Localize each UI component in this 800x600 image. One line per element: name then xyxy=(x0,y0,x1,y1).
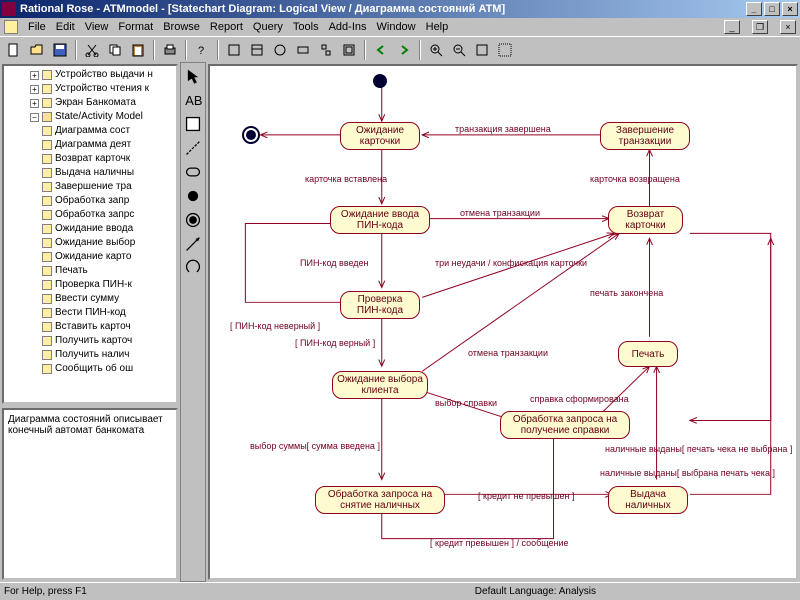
label-pin-entered: ПИН-код введен xyxy=(300,258,369,268)
minimize-button[interactable]: _ xyxy=(746,2,762,16)
label-card-returned: карточка возвращена xyxy=(590,174,680,184)
zoom-fit-button[interactable] xyxy=(472,40,492,60)
copy-button[interactable] xyxy=(105,40,125,60)
diagram-canvas[interactable]: Ожидание карточки Завершение транзакции … xyxy=(208,64,798,580)
anchor-tool-icon[interactable] xyxy=(184,139,202,157)
menu-window[interactable]: Window xyxy=(377,21,416,33)
menu-format[interactable]: Format xyxy=(118,21,153,33)
pointer-tool-icon[interactable] xyxy=(184,67,202,85)
close-button[interactable]: × xyxy=(782,2,798,16)
label-choose-sum: выбор суммы[ сумма введена ] xyxy=(250,441,380,451)
diagram-button-3[interactable] xyxy=(270,40,290,60)
mdi-minimize-button[interactable]: _ xyxy=(724,20,740,34)
label-choose-inquiry: выбор справки xyxy=(435,398,497,408)
note-tool-icon[interactable] xyxy=(184,115,202,133)
svg-text:?: ? xyxy=(198,45,204,57)
text-tool-icon[interactable]: ABC xyxy=(184,91,202,109)
label-cash-no-print: наличные выданы[ печать чека не выбрана … xyxy=(605,444,792,454)
transition-tool-icon[interactable] xyxy=(184,235,202,253)
diagram-button-6[interactable] xyxy=(339,40,359,60)
label-cash-print: наличные выданы[ выбрана печать чека ] xyxy=(600,468,775,478)
diagram-button-5[interactable] xyxy=(316,40,336,60)
description-text: Диаграмма состояний описывает конечный а… xyxy=(8,414,163,436)
svg-text:ABC: ABC xyxy=(185,93,202,108)
label-cancel-2: отмена транзакции xyxy=(468,348,548,358)
state-wait-pin[interactable]: Ожидание ввода ПИН-кода xyxy=(330,206,430,234)
label-pin-wrong: [ ПИН-код неверный ] xyxy=(230,321,320,331)
menu-query[interactable]: Query xyxy=(253,21,283,33)
state-process-inquiry[interactable]: Обработка запроса на получение справки xyxy=(500,411,630,439)
workspace: +Устройство выдачи н +Устройство чтения … xyxy=(0,62,800,582)
status-help: For Help, press F1 xyxy=(4,586,87,597)
menu-help[interactable]: Help xyxy=(426,21,449,33)
diagram-toolbox: ABC xyxy=(180,62,206,582)
mdi-icon xyxy=(4,20,18,34)
paste-button[interactable] xyxy=(128,40,148,60)
description-panel[interactable]: Диаграмма состояний описывает конечный а… xyxy=(2,408,178,580)
status-language: Default Language: Analysis xyxy=(475,586,596,597)
app-icon xyxy=(2,2,16,16)
mdi-close-button[interactable]: × xyxy=(780,20,796,34)
label-credit-exceeded: [ кредит превышен ] / сообщение xyxy=(430,538,569,548)
zoom-out-button[interactable] xyxy=(449,40,469,60)
start-tool-icon[interactable] xyxy=(184,187,202,205)
self-transition-tool-icon[interactable] xyxy=(184,259,202,277)
label-cancel-1: отмена транзакции xyxy=(460,208,540,218)
state-print[interactable]: Печать xyxy=(618,341,678,367)
nav-fwd-button[interactable] xyxy=(394,40,414,60)
label-card-inserted: карточка вставлена xyxy=(305,174,387,184)
label-credit-ok: [ кредит не превышен ] xyxy=(478,491,574,501)
status-bar: For Help, press F1 Default Language: Ana… xyxy=(0,582,800,600)
save-button[interactable] xyxy=(50,40,70,60)
model-browser-tree[interactable]: +Устройство выдачи н +Устройство чтения … xyxy=(2,64,178,404)
menu-bar: File Edit View Format Browse Report Quer… xyxy=(0,18,800,36)
diagram-button-2[interactable] xyxy=(247,40,267,60)
window-title: Rational Rose - ATMmodel - [Statechart D… xyxy=(20,3,505,15)
state-wait-card[interactable]: Ожидание карточки xyxy=(340,122,420,150)
open-button[interactable] xyxy=(27,40,47,60)
new-button[interactable] xyxy=(4,40,24,60)
menu-view[interactable]: View xyxy=(85,21,109,33)
menu-report[interactable]: Report xyxy=(210,21,243,33)
diagram-button-1[interactable] xyxy=(224,40,244,60)
label-print-done: печать закончена xyxy=(590,288,663,298)
state-tool-icon[interactable] xyxy=(184,163,202,181)
diagram-button-4[interactable] xyxy=(293,40,313,60)
menu-browse[interactable]: Browse xyxy=(163,21,200,33)
maximize-button[interactable]: □ xyxy=(764,2,780,16)
menu-file[interactable]: File xyxy=(28,21,46,33)
title-bar: Rational Rose - ATMmodel - [Statechart D… xyxy=(0,0,800,18)
final-state[interactable] xyxy=(242,126,260,144)
state-wait-choice[interactable]: Ожидание выбора клиента xyxy=(332,371,428,399)
print-button[interactable] xyxy=(160,40,180,60)
state-return-card[interactable]: Возврат карточки xyxy=(608,206,683,234)
label-three-fails: три неудачи / конфискация карточки xyxy=(435,258,587,268)
toolbar: ? xyxy=(0,36,800,62)
zoom-in-button[interactable] xyxy=(426,40,446,60)
state-process-withdraw[interactable]: Обработка запроса на снятие наличных xyxy=(315,486,445,514)
initial-state[interactable] xyxy=(373,74,387,88)
menu-addins[interactable]: Add-Ins xyxy=(329,21,367,33)
menu-tools[interactable]: Tools xyxy=(293,21,319,33)
left-panel: +Устройство выдачи н +Устройство чтения … xyxy=(0,62,180,582)
state-dispense-cash[interactable]: Выдача наличных xyxy=(608,486,688,514)
label-pin-ok: [ ПИН-код верный ] xyxy=(295,338,375,348)
label-transaction-done: транзакция завершена xyxy=(455,124,551,134)
help-button[interactable]: ? xyxy=(192,40,212,60)
state-finish-transaction[interactable]: Завершение транзакции xyxy=(600,122,690,150)
end-tool-icon[interactable] xyxy=(184,211,202,229)
menu-edit[interactable]: Edit xyxy=(56,21,75,33)
state-check-pin[interactable]: Проверка ПИН-кода xyxy=(340,291,420,319)
mdi-restore-button[interactable]: ❐ xyxy=(752,20,768,34)
nav-back-button[interactable] xyxy=(371,40,391,60)
cut-button[interactable] xyxy=(82,40,102,60)
zoom-sel-button[interactable] xyxy=(495,40,515,60)
label-inquiry-done: справка сформирована xyxy=(530,394,629,404)
